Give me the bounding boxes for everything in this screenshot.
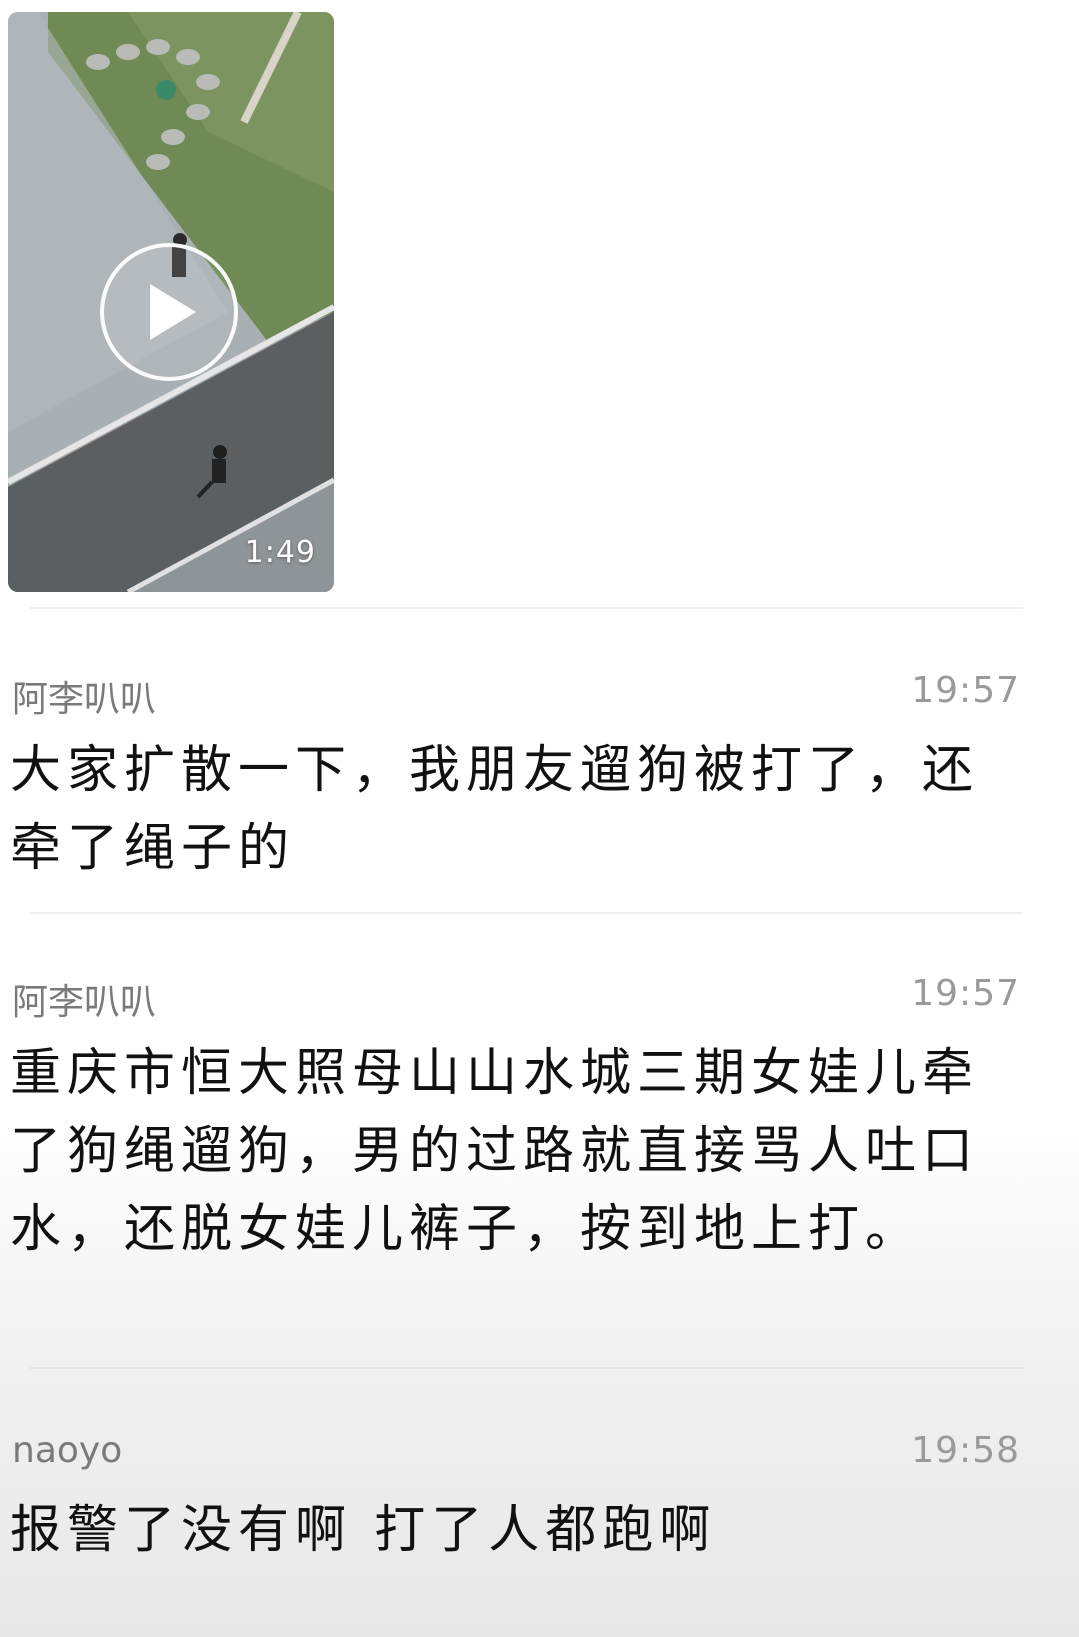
message-time: 19:58 xyxy=(911,1430,1020,1471)
sender-name[interactable]: 阿李叭叭 xyxy=(12,670,156,722)
message-header: 阿李叭叭 19:57 xyxy=(10,670,1020,720)
video-attachment[interactable]: 1:49 xyxy=(8,12,334,592)
message-text: 大家扩散一下，我朋友遛狗被打了，还牵了绳子的 xyxy=(10,741,980,878)
divider xyxy=(30,607,1023,609)
message-header: 阿李叭叭 19:57 xyxy=(10,973,1020,1023)
play-icon xyxy=(150,284,196,340)
divider xyxy=(30,1367,1023,1369)
video-duration: 1:49 xyxy=(244,535,316,570)
message-item: naoyo 19:58 报警了没有啊 打了人都跑啊 xyxy=(10,1430,1020,1570)
sender-name[interactable]: naoyo xyxy=(12,1430,122,1471)
message-text: 报警了没有啊 打了人都跑啊 xyxy=(10,1501,717,1560)
message-item: 阿李叭叭 19:57 大家扩散一下，我朋友遛狗被打了，还牵了绳子的 xyxy=(10,670,1020,888)
message-time: 19:57 xyxy=(911,973,1020,1014)
message-header: naoyo 19:58 xyxy=(10,1430,1020,1480)
sender-name[interactable]: 阿李叭叭 xyxy=(12,973,156,1025)
divider xyxy=(30,912,1023,914)
message-text: 重庆市恒大照母山山水城三期女娃儿牵了狗绳遛狗，男的过路就直接骂人吐口水，还脱女娃… xyxy=(10,1044,980,1259)
play-button[interactable] xyxy=(100,243,238,381)
message-item: 阿李叭叭 19:57 重庆市恒大照母山山水城三期女娃儿牵了狗绳遛狗，男的过路就直… xyxy=(10,973,1020,1269)
message-time: 19:57 xyxy=(911,670,1020,711)
